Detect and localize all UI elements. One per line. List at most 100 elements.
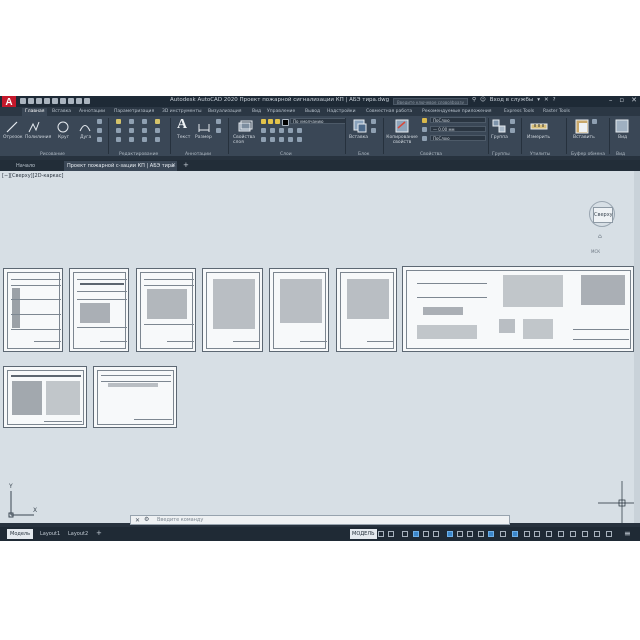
group-icon[interactable] [492, 119, 506, 133]
tab-3d-tools[interactable]: 3D инструменты [162, 108, 202, 116]
panel-label-layers[interactable]: Слои [280, 152, 292, 157]
trim-icon[interactable] [142, 119, 147, 124]
text-icon[interactable]: A [177, 117, 187, 133]
new-file-icon[interactable] [20, 98, 26, 104]
offset-icon[interactable] [155, 137, 160, 142]
block-edit-icon[interactable] [371, 128, 376, 133]
tab-express-tools[interactable]: Express Tools [504, 108, 534, 116]
layer-tool-icon[interactable] [297, 137, 302, 142]
exchange-icon[interactable]: ✕ [544, 97, 549, 103]
block-create-icon[interactable] [371, 119, 376, 124]
draw-small-icon[interactable] [97, 128, 102, 133]
grid-icon[interactable] [378, 531, 384, 537]
color-icon[interactable] [422, 118, 427, 123]
close-cmd-icon[interactable]: ✕ [135, 517, 140, 524]
tab-addins[interactable]: Надстройки [327, 108, 356, 116]
tab-parametric[interactable]: Параметризация [114, 108, 154, 116]
mirror-icon[interactable] [129, 128, 134, 133]
tab-layout1[interactable]: Layout1 [40, 529, 60, 539]
search-input[interactable]: Введите ключевое слово/фразу [393, 98, 468, 105]
drawing-sheet[interactable] [269, 268, 329, 352]
tab-featured-apps[interactable]: Рекомендуемые приложения [422, 108, 492, 116]
lineweight-toggle-icon[interactable] [457, 531, 463, 537]
tab-output[interactable]: Вывод [305, 108, 320, 116]
tab-start[interactable]: Начало [16, 161, 35, 171]
annotation-scale-icon[interactable] [500, 531, 506, 537]
tab-home[interactable]: Главная [22, 108, 48, 116]
linetype-icon[interactable] [422, 136, 427, 141]
polyline-icon[interactable] [27, 120, 41, 134]
drawing-sheet[interactable] [136, 268, 196, 352]
transparency-icon[interactable] [467, 531, 473, 537]
measure-icon[interactable] [530, 119, 548, 133]
minimize-icon[interactable]: – [609, 96, 613, 104]
ungroup-icon[interactable] [510, 119, 515, 124]
panel-label-draw[interactable]: Рисование [40, 152, 65, 157]
layer-freeze-icon[interactable] [268, 119, 273, 124]
linetype-dropdown[interactable]: ПоСлою [430, 135, 486, 141]
panel-label-block[interactable]: Блок [358, 152, 369, 157]
command-line[interactable]: ✕ ⚙ Введите команду [130, 515, 510, 525]
plus-icon[interactable] [570, 531, 576, 537]
panel-label-view[interactable]: Вид [616, 152, 625, 157]
panel-label-properties[interactable]: Свойства [420, 152, 442, 157]
isolate-objects-icon[interactable] [582, 531, 588, 537]
cart-icon[interactable]: ▾ [537, 97, 540, 103]
panel-label-clipboard[interactable]: Буфер обмена [571, 152, 605, 157]
layer-tool-icon[interactable] [261, 128, 266, 133]
save-as-icon[interactable] [44, 98, 50, 104]
drawing-sheet-schematic[interactable] [402, 266, 634, 352]
new-tab-icon[interactable]: + [183, 161, 189, 169]
lineweight-dropdown[interactable]: — 0.00 мм [430, 126, 486, 132]
drawing-sheet[interactable] [93, 366, 177, 428]
open-web-icon[interactable] [52, 98, 58, 104]
ortho-icon[interactable] [402, 531, 408, 537]
undo-icon[interactable] [76, 98, 82, 104]
tab-annotate[interactable]: Аннотации [79, 108, 105, 116]
viewport-controls[interactable]: [−][Сверху][2D-каркас] [2, 173, 63, 179]
move-icon[interactable] [116, 119, 121, 124]
binoculars-icon[interactable]: ⚲ [472, 97, 476, 103]
close-icon[interactable]: ✕ [631, 96, 637, 104]
erase-icon[interactable] [155, 119, 160, 124]
layer-tool-icon[interactable] [279, 128, 284, 133]
arc-icon[interactable] [78, 120, 92, 134]
selection-cycling-icon[interactable] [478, 531, 484, 537]
maximize-icon[interactable]: ▫ [619, 96, 624, 104]
add-layout-icon[interactable]: + [96, 529, 102, 537]
stretch-icon[interactable] [116, 137, 121, 142]
circle-icon[interactable] [56, 120, 70, 134]
panel-label-annotation[interactable]: Аннотации [185, 152, 211, 157]
dimension-icon[interactable] [197, 120, 211, 134]
copy-icon[interactable] [116, 128, 121, 133]
tab-insert[interactable]: Вставка [52, 108, 71, 116]
layer-tool-icon[interactable] [261, 137, 266, 142]
match-properties-icon[interactable] [394, 118, 410, 134]
tab-layout2[interactable]: Layout2 [68, 529, 88, 539]
save-web-icon[interactable] [60, 98, 66, 104]
lineweight-icon[interactable] [422, 127, 427, 132]
copy-clip-icon[interactable] [592, 119, 597, 124]
redo-icon[interactable] [84, 98, 90, 104]
close-tab-icon[interactable]: ✕ [171, 162, 176, 169]
scale-icon[interactable] [129, 137, 134, 142]
layer-properties-icon[interactable] [237, 120, 253, 134]
layer-on-icon[interactable] [261, 119, 266, 124]
layer-tool-icon[interactable] [297, 128, 302, 133]
group-edit-icon[interactable] [510, 128, 515, 133]
rotate-icon[interactable] [129, 119, 134, 124]
layer-tool-icon[interactable] [270, 137, 275, 142]
polar-icon[interactable] [413, 531, 419, 537]
drawing-sheet[interactable] [336, 268, 397, 352]
table-icon[interactable] [216, 128, 221, 133]
tab-manage[interactable]: Управление [267, 108, 295, 116]
gear-icon[interactable] [558, 531, 564, 537]
array-icon[interactable] [142, 137, 147, 142]
draw-small-icon[interactable] [97, 119, 102, 124]
panel-label-utilities[interactable]: Утилиты [530, 152, 550, 157]
help-icon[interactable]: ? [553, 97, 556, 103]
panel-label-modify[interactable]: Редактирование [119, 152, 158, 157]
drawing-sheet[interactable] [3, 268, 63, 352]
snap-icon[interactable] [388, 531, 394, 537]
annotation-visibility-icon[interactable] [512, 531, 518, 537]
